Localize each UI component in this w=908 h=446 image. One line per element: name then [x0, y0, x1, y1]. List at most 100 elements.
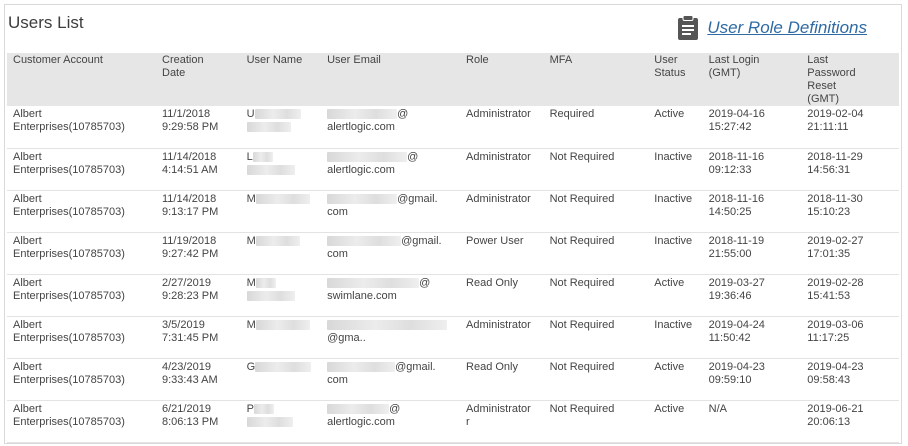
last-login-text: 11:50:42	[708, 331, 751, 344]
mfa-text: Not Required	[549, 234, 615, 247]
redacted-text	[246, 416, 293, 427]
user-name-line: M	[247, 277, 316, 290]
redacted-text	[254, 109, 301, 120]
cell-role: Administrator	[460, 148, 544, 191]
cell-user-name: P	[240, 400, 322, 443]
user-name-line	[246, 290, 316, 303]
table-row[interactable]: Albert Enterprises(10785703) 11/14/2018 9:1…	[7, 190, 899, 233]
last-password-reset-text: 20:06:13	[807, 415, 851, 428]
cell-mfa: Not Required	[543, 274, 649, 317]
user-name-line: M	[247, 193, 316, 206]
column-header-user-name[interactable]: User Name	[241, 53, 322, 106]
table-row[interactable]: Albert Enterprises(10785703) 11/1/2018 9:29…	[7, 106, 899, 149]
customer-account-text: Albert	[13, 360, 42, 373]
last-password-reset-text: 2018-11-30	[807, 192, 863, 205]
role-text: Administrator	[466, 402, 531, 415]
mfa-text: Not Required	[549, 276, 615, 289]
cell-mfa: Not Required	[543, 316, 649, 359]
last-login-text: 2019-04-23	[708, 360, 765, 373]
cell-creation-date: 3/5/2019 7:31:45 PM	[156, 316, 241, 359]
column-header-user-status[interactable]: User Status	[648, 53, 702, 106]
column-header-role[interactable]: Role	[460, 53, 544, 106]
last-login-text: 15:27:42	[708, 121, 752, 133]
users-table: Customer Account Creation Date User Name Use…	[7, 53, 899, 443]
column-header-text: (GMT)	[807, 93, 840, 105]
redacted-text	[327, 151, 408, 162]
user-name-initial: G	[246, 360, 256, 373]
cell-user-status: Active	[648, 400, 703, 443]
last-login-text: 2019-04-16	[708, 108, 765, 120]
column-header-last-password-reset[interactable]: Last Password Reset (GMT)	[801, 53, 899, 106]
column-header-text: MFA	[549, 54, 573, 66]
last-password-reset-text: 21:11:11	[807, 121, 849, 133]
cell-user-name: M	[240, 190, 322, 233]
cell-last-login: 2019-04-24 11:50:42	[702, 316, 802, 359]
cell-user-status: Inactive	[648, 232, 703, 275]
cell-last-password-reset: 2018-11-30 15:10:23	[801, 190, 899, 233]
cell-customer-account: Albert Enterprises(10785703)	[7, 274, 156, 317]
last-login-text: 19:36:46	[708, 289, 752, 302]
table-row[interactable]: Albert Enterprises(10785703) 11/19/2018 9:2…	[7, 232, 899, 275]
creation-date-text: 11/14/2018	[162, 150, 217, 163]
column-header-text: Customer Account	[13, 54, 103, 66]
redacted-text	[327, 361, 396, 372]
cell-user-email: @ alertlogic.com	[321, 148, 461, 191]
cell-user-email: @gmail. com	[321, 358, 461, 401]
cell-role: Administrator r	[460, 400, 544, 443]
role-text: Power User	[466, 234, 524, 247]
cell-user-name: G	[240, 358, 322, 401]
users-table-body: Albert Enterprises(10785703) 11/1/2018 9:29…	[7, 106, 899, 443]
user-email-line: @gmail.	[327, 193, 454, 206]
cell-user-status: Active	[648, 358, 703, 401]
cell-customer-account: Albert Enterprises(10785703)	[7, 358, 156, 401]
cell-last-password-reset: 2019-02-27 17:01:35	[801, 232, 899, 275]
cell-mfa: Not Required	[543, 232, 649, 275]
column-header-mfa[interactable]: MFA	[544, 53, 649, 106]
cell-creation-date: 11/14/2018 4:14:51 AM	[156, 148, 241, 191]
table-row[interactable]: Albert Enterprises(10785703) 3/5/2019 7:31:…	[7, 316, 899, 359]
last-login-text: 09:59:10	[708, 373, 752, 386]
last-password-reset-text: 2019-06-21	[807, 402, 864, 415]
cell-user-email: @gmail. com	[321, 232, 461, 275]
creation-date-text: 11/14/2018	[162, 192, 217, 205]
table-row[interactable]: Albert Enterprises(10785703) 2/27/2019 9:28…	[7, 274, 899, 317]
user-role-definitions-link[interactable]: User Role Definitions	[707, 18, 867, 38]
last-password-reset-text: 2019-03-06	[807, 318, 864, 331]
customer-account-text: Albert	[13, 150, 42, 163]
redacted-text	[246, 290, 295, 301]
users-list-panel: Users List User Role Definitions Custome…	[4, 4, 902, 444]
column-header-creation-date[interactable]: Creation Date	[156, 53, 241, 106]
cell-role: Read Only	[460, 358, 544, 401]
cell-user-name: U	[240, 106, 322, 149]
user-email-domain: alertlogic.com	[327, 415, 395, 428]
user-name-line	[246, 121, 316, 134]
table-row[interactable]: Albert Enterprises(10785703) 4/23/2019 9:33…	[7, 358, 899, 401]
mfa-text: Not Required	[549, 318, 615, 331]
cell-creation-date: 4/23/2019 9:33:43 AM	[156, 358, 241, 401]
customer-account-text: Enterprises(10785703)	[13, 205, 125, 218]
last-login-text: 2018-11-19	[708, 234, 765, 247]
table-row[interactable]: Albert Enterprises(10785703) 11/14/2018 4:1…	[7, 148, 899, 191]
clipboard-icon[interactable]	[677, 15, 699, 41]
mfa-text: Not Required	[549, 192, 615, 205]
redacted-text	[246, 164, 295, 175]
last-password-reset-text: 15:41:53	[807, 289, 851, 302]
user-email-line: @gmail.	[327, 361, 454, 374]
cell-user-name: M	[240, 232, 322, 275]
cell-role: Administrator	[460, 190, 544, 233]
column-header-user-email[interactable]: User Email	[321, 53, 460, 106]
column-header-last-login[interactable]: Last Login (GMT)	[703, 53, 802, 106]
user-role-definitions-link-group[interactable]: User Role Definitions	[677, 15, 867, 41]
cell-role: Administrator	[460, 106, 544, 149]
role-text: Read Only	[466, 360, 518, 373]
table-row[interactable]: Albert Enterprises(10785703) 6/21/2019 8:06…	[7, 400, 899, 443]
cell-customer-account: Albert Enterprises(10785703)	[7, 400, 156, 443]
column-header-text: (GMT)	[708, 67, 741, 79]
cell-user-email: @ swimlane.com	[321, 274, 461, 317]
creation-date-text: 7:31:45 PM	[162, 331, 219, 344]
creation-date-text: 9:13:17 PM	[162, 205, 219, 218]
creation-date-text: 11/1/2018	[162, 108, 211, 120]
user-email-domain-part: @gmail.	[395, 360, 436, 373]
creation-date-text: 4:14:51 AM	[162, 163, 218, 176]
column-header-customer-account[interactable]: Customer Account	[7, 53, 156, 106]
